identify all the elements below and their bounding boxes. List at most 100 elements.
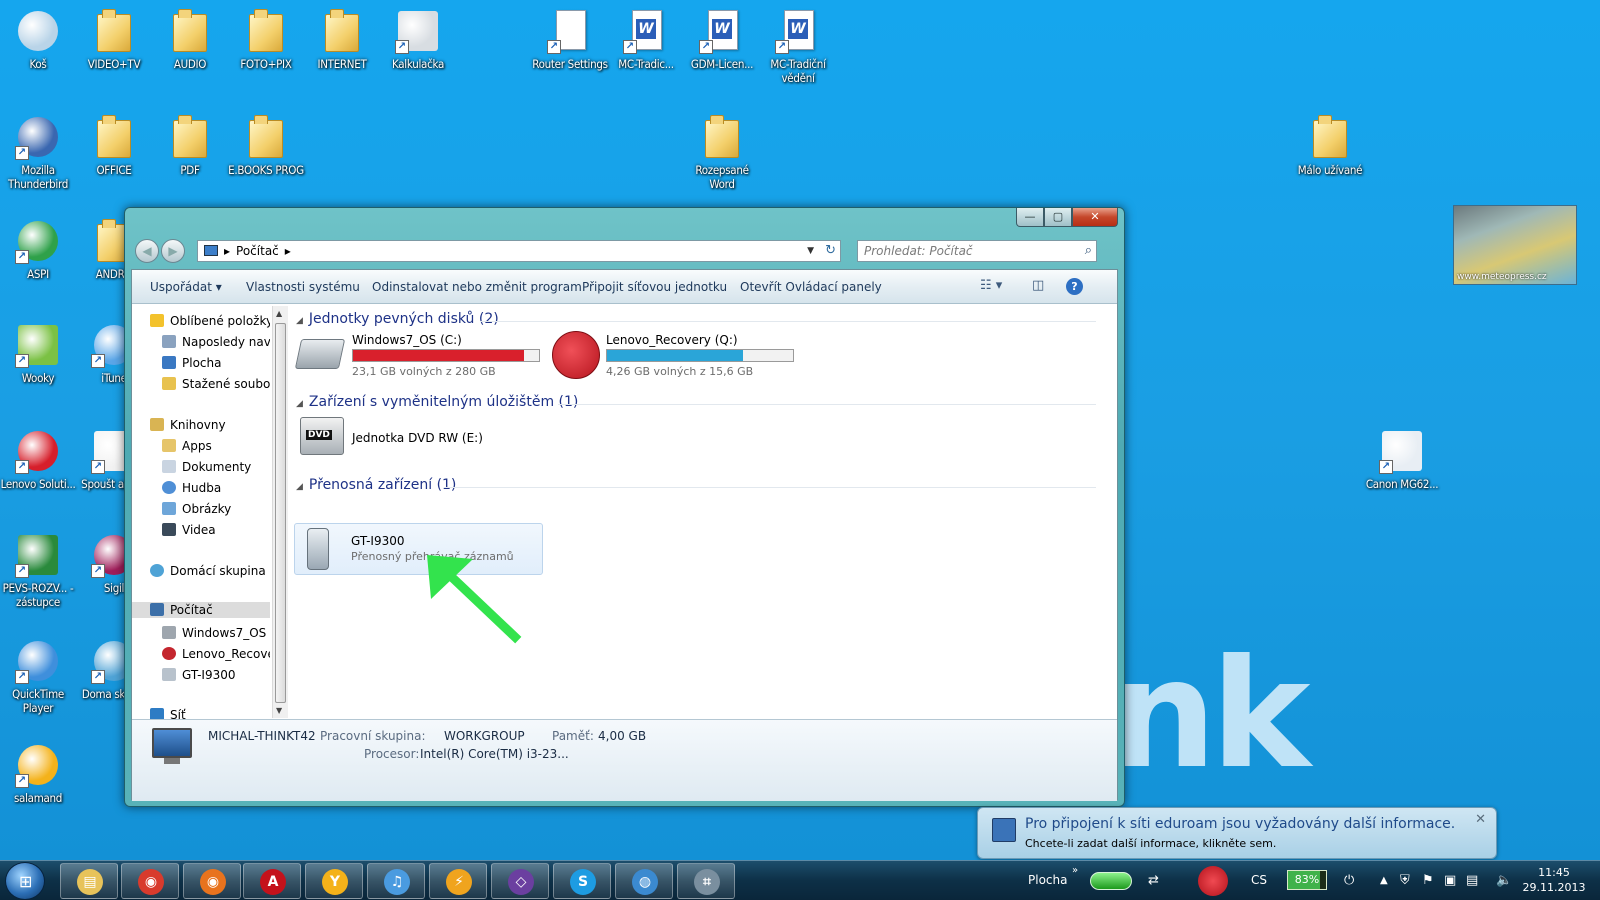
navigation-row: ◀ ▶ ▸ Počítač ▸ ▼ ↻ Prohledat: Počítač ⌕ <box>131 238 1118 264</box>
scroll-down-icon[interactable]: ▼ <box>276 706 282 715</box>
nav-favorites[interactable]: Oblíbené položky <box>150 313 270 329</box>
scrollbar-thumb[interactable] <box>275 323 286 703</box>
search-input[interactable]: Prohledat: Počítač ⌕ <box>857 240 1097 262</box>
desktop-icon-pdf[interactable]: PDF <box>152 114 228 177</box>
nav-phone[interactable]: GT-I9300 <box>162 667 236 683</box>
device-icon[interactable]: ▣ <box>1444 873 1456 888</box>
desktop-icon-video-tv[interactable]: VIDEO+TV <box>76 8 152 71</box>
security-shield-icon[interactable]: ⛨ <box>1400 873 1410 888</box>
desktop-icon-mc-tradi-n-v-d-n[interactable]: W ↗ MC-Tradiční vědění <box>760 8 836 85</box>
forward-button[interactable]: ▶ <box>161 239 185 263</box>
toolbar-expand-icon[interactable]: » <box>1072 865 1078 876</box>
nav-documents[interactable]: Dokumenty <box>162 459 251 475</box>
desktop-icon-audio[interactable]: AUDIO <box>152 8 228 71</box>
nav-apps[interactable]: Apps <box>162 438 212 454</box>
start-button[interactable]: ⊞ <box>5 862 45 900</box>
scroll-up-icon[interactable]: ▲ <box>276 309 282 318</box>
nav-downloads[interactable]: Stažené soubory <box>162 376 270 392</box>
taskbar-firefox-button[interactable]: ◉ <box>183 863 241 899</box>
taskbar-acrobat-button[interactable]: A <box>243 863 301 899</box>
desktop-toolbar-label[interactable]: Plocha <box>1028 873 1067 887</box>
action-center-flag-icon[interactable]: ⚑ <box>1422 873 1434 888</box>
notification-close-button[interactable]: ✕ <box>1475 812 1486 827</box>
desktop-icon-office[interactable]: OFFICE <box>76 114 152 177</box>
desktop-icon-mozilla-thunderbird[interactable]: ↗ Mozilla Thunderbird <box>0 114 76 191</box>
system-properties-button[interactable]: Vlastnosti systému <box>246 280 360 294</box>
nav-drive-q[interactable]: Lenovo_Recovery <box>162 646 270 662</box>
map-network-drive-button[interactable]: Připojit síťovou jednotku <box>582 280 727 294</box>
wireless-network-icon[interactable]: ▤ <box>1466 873 1478 888</box>
maximize-button[interactable]: ▢ <box>1044 208 1072 227</box>
language-indicator[interactable]: CS <box>1251 873 1267 887</box>
desktop-icon-gdm-licen[interactable]: W ↗ GDM-Licen... <box>684 8 760 71</box>
refresh-icon[interactable]: ↻ <box>825 241 836 261</box>
taskbar-winamp-button[interactable]: ⚡ <box>429 863 487 899</box>
nav-videos[interactable]: Videa <box>162 522 216 538</box>
nav-homegroup[interactable]: Domácí skupina <box>150 563 266 579</box>
nav-pictures[interactable]: Obrázky <box>162 501 231 517</box>
homegroup-icon <box>150 564 164 577</box>
nav-music[interactable]: Hudba <box>162 480 221 496</box>
desktop-icon-foto-pix[interactable]: FOTO+PIX <box>228 8 304 71</box>
taskbar-salamander-button[interactable]: Y <box>305 863 363 899</box>
help-icon[interactable]: ? <box>1066 278 1083 295</box>
desktop-icon-ko[interactable]: Koš <box>0 8 76 71</box>
taskbar-skype-button[interactable]: S <box>553 863 611 899</box>
taskbar-maps-button[interactable]: ◍ <box>615 863 673 899</box>
desktop-icon-pevs-rozv-z-stupce[interactable]: ↗ PEVS-ROZV... - zástupce <box>0 532 76 609</box>
close-button[interactable]: ✕ <box>1072 208 1118 227</box>
taskbar-visual-studio-button[interactable]: ◇ <box>491 863 549 899</box>
desktop-icon-quicktime-player[interactable]: ↗ QuickTime Player <box>0 638 76 715</box>
open-control-panel-button[interactable]: Otevřít Ovládací panely <box>740 280 882 294</box>
minimize-button[interactable]: — <box>1016 208 1044 227</box>
hard-drive-icon <box>294 339 346 369</box>
power-plug-icon[interactable]: ⏻ <box>1344 873 1354 888</box>
organize-button[interactable]: Uspořádat ▾ <box>150 280 222 294</box>
dvd-drive-icon: DVD <box>300 417 344 455</box>
volume-icon[interactable]: 🔈 <box>1496 873 1512 888</box>
desktop-icon-aspi[interactable]: ↗ ASPI <box>0 218 76 281</box>
connection-status-icon[interactable] <box>1090 872 1132 890</box>
network-share-icon[interactable]: ⇄ <box>1148 873 1159 888</box>
nav-drive-c[interactable]: Windows7_OS (C <box>162 625 270 641</box>
desktop-icon-lenovo-soluti[interactable]: ↗ Lenovo Soluti... <box>0 428 76 491</box>
taskbar-explorer-button[interactable]: ▤ <box>60 863 118 899</box>
clock[interactable]: 11:45 29.11.2013 <box>1516 865 1592 895</box>
group-hard-disks[interactable]: ◢ Jednotky pevných disků (2) <box>296 311 499 327</box>
address-bar[interactable]: ▸ Počítač ▸ ▼ ↻ <box>197 240 841 262</box>
battery-indicator[interactable]: 83% <box>1287 870 1327 890</box>
taskbar-calculator-button[interactable]: ⌗ <box>677 863 735 899</box>
group-removable[interactable]: ◢ Zařízení s vyměnitelným úložištěm (1) <box>296 394 578 410</box>
desktop-icon-wooky[interactable]: ↗ Wooky <box>0 322 76 385</box>
desktop-icon-salamand[interactable]: ↗ salamand <box>0 742 76 805</box>
weather-gadget[interactable]: www.meteopress.cz <box>1453 205 1577 285</box>
desktop-icon-rozepsan-word[interactable]: Rozepsané Word <box>684 114 760 191</box>
show-hidden-icons[interactable]: ▲ <box>1380 875 1388 886</box>
search-icon[interactable]: ⌕ <box>1085 241 1092 261</box>
back-button[interactable]: ◀ <box>135 239 159 263</box>
taskbar-chrome-button[interactable]: ◉ <box>121 863 179 899</box>
desktop-icon-label: E.BOOKS PROG <box>228 163 304 177</box>
preview-pane-icon[interactable]: ◫ <box>1032 278 1044 293</box>
nav-desktop[interactable]: Plocha <box>162 355 221 371</box>
taskbar-itunes-button[interactable]: ♫ <box>367 863 425 899</box>
address-dropdown-icon[interactable]: ▼ <box>807 241 814 261</box>
desktop-icon-m-lo-u-van[interactable]: Málo užívané <box>1292 114 1368 177</box>
uninstall-program-button[interactable]: Odinstalovat nebo změnit program <box>372 280 582 294</box>
nav-computer[interactable]: Počítač <box>132 602 270 618</box>
breadcrumb-computer[interactable]: Počítač <box>236 244 279 258</box>
desktop-icon-router-settings[interactable]: ↗ Router Settings <box>532 8 608 71</box>
nav-recent-places[interactable]: Naposledy navští <box>162 334 270 350</box>
lenovo-tray-icon[interactable] <box>1198 866 1228 896</box>
desktop-icon-e-books-prog[interactable]: E.BOOKS PROG <box>228 114 304 177</box>
group-portable[interactable]: ◢ Přenosná zařízení (1) <box>296 477 456 493</box>
change-view-icon[interactable]: ☷ ▾ <box>980 278 1002 293</box>
nav-scrollbar[interactable]: ▲ ▼ <box>272 306 288 718</box>
desktop-icon-canon-mg62[interactable]: ↗ Canon MG62... <box>1364 428 1440 491</box>
desktop-icon-mc-tradic[interactable]: W ↗ MC-Tradic... <box>608 8 684 71</box>
desktop-icon-internet[interactable]: INTERNET <box>304 8 380 71</box>
nav-network[interactable]: Síť <box>150 707 186 719</box>
network-notification[interactable]: Pro připojení k síti eduroam jsou vyžado… <box>977 807 1497 859</box>
nav-libraries[interactable]: Knihovny <box>150 417 226 433</box>
desktop-icon-kalkula-ka[interactable]: ↗ Kalkulačka <box>380 8 456 71</box>
